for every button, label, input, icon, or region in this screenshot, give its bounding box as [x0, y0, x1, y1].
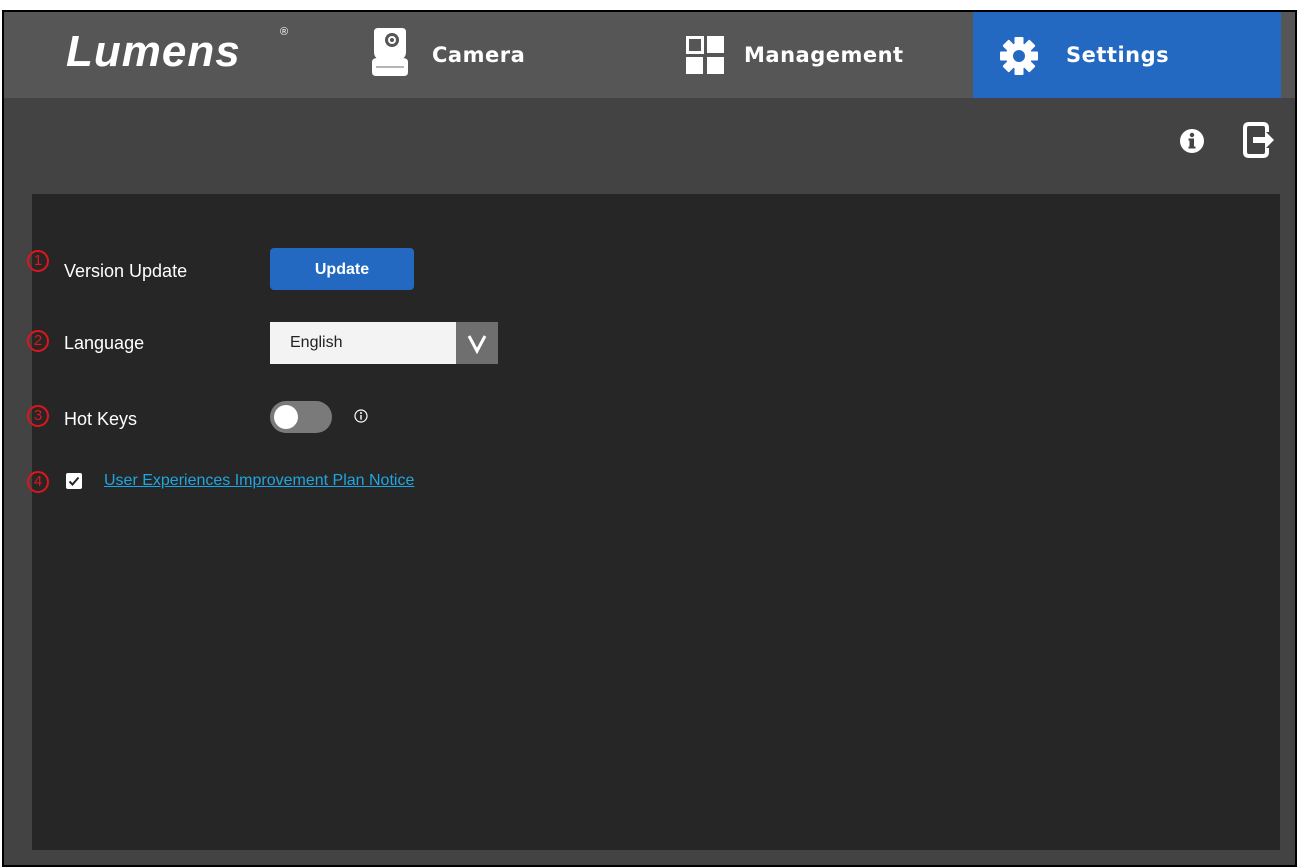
callout-marker-2: 2	[27, 330, 49, 352]
uxip-checkbox[interactable]	[66, 473, 82, 489]
info-icon[interactable]	[1179, 128, 1205, 159]
tab-settings-label: Settings	[1066, 43, 1170, 67]
tab-camera[interactable]: Camera	[364, 12, 574, 98]
lumens-logo: Lumens	[66, 27, 241, 76]
update-button[interactable]: Update	[270, 248, 414, 290]
tab-management[interactable]: Management	[680, 12, 950, 98]
version-update-label: Version Update	[64, 261, 188, 281]
language-select[interactable]: English	[270, 322, 498, 364]
camera-icon	[368, 26, 412, 85]
top-navigation: Lumens ® Camera Management Settings	[4, 12, 1295, 98]
toggle-knob	[274, 405, 298, 429]
registered-mark: ®	[280, 26, 289, 38]
checkmark-icon	[68, 476, 80, 486]
hot-keys-label: Hot Keys	[64, 409, 138, 429]
chevron-down-icon[interactable]	[456, 322, 498, 364]
language-selected-value: English	[270, 322, 456, 364]
gear-icon	[999, 36, 1039, 81]
app-window: Lumens ® Camera Management Settings 1 Ve…	[2, 10, 1297, 867]
hot-keys-toggle[interactable]	[270, 401, 332, 433]
logout-icon[interactable]	[1241, 120, 1279, 165]
callout-marker-4: 4	[27, 471, 49, 493]
tab-camera-label: Camera	[432, 43, 526, 67]
callout-marker-3: 3	[27, 405, 49, 427]
hot-keys-info-icon[interactable]	[354, 409, 368, 428]
tab-management-label: Management	[744, 43, 904, 67]
settings-panel: 1 Version Update Update 2 Language Engli…	[27, 194, 1280, 850]
tab-settings[interactable]: Settings	[973, 12, 1281, 98]
toolbar	[4, 98, 1295, 194]
grid-icon	[686, 36, 724, 79]
uxip-notice-link[interactable]: User Experiences Improvement Plan Notice	[104, 471, 414, 491]
callout-marker-1: 1	[27, 250, 49, 272]
language-label: Language	[64, 333, 145, 353]
